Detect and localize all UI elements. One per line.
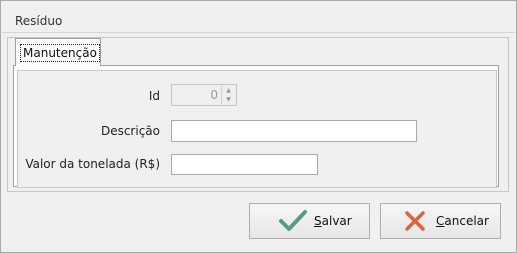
tab-manutencao-label: Manutenção [20,44,100,62]
valor-label: Valor da tonelada (R$) [25,157,160,171]
id-value: 0 [210,88,218,102]
check-icon [279,210,307,231]
id-label: Id [148,89,160,103]
save-button-label: Salvar [314,214,352,228]
descricao-input[interactable] [171,120,417,142]
title-divider [2,32,515,33]
window-title: Resíduo [15,14,63,28]
cancel-button-label: Cancelar [436,214,489,228]
id-spinner: 0 ▲ ▼ [171,84,237,106]
spin-down-icon: ▼ [221,95,235,104]
descricao-label: Descrição [100,124,160,138]
spin-up-icon: ▲ [221,86,235,95]
cancel-button[interactable]: Cancelar [380,203,501,239]
tab-manutencao[interactable]: Manutenção [15,38,101,66]
valor-tonelada-input[interactable] [171,154,318,175]
x-icon [405,211,425,231]
save-button[interactable]: Salvar [249,203,370,239]
